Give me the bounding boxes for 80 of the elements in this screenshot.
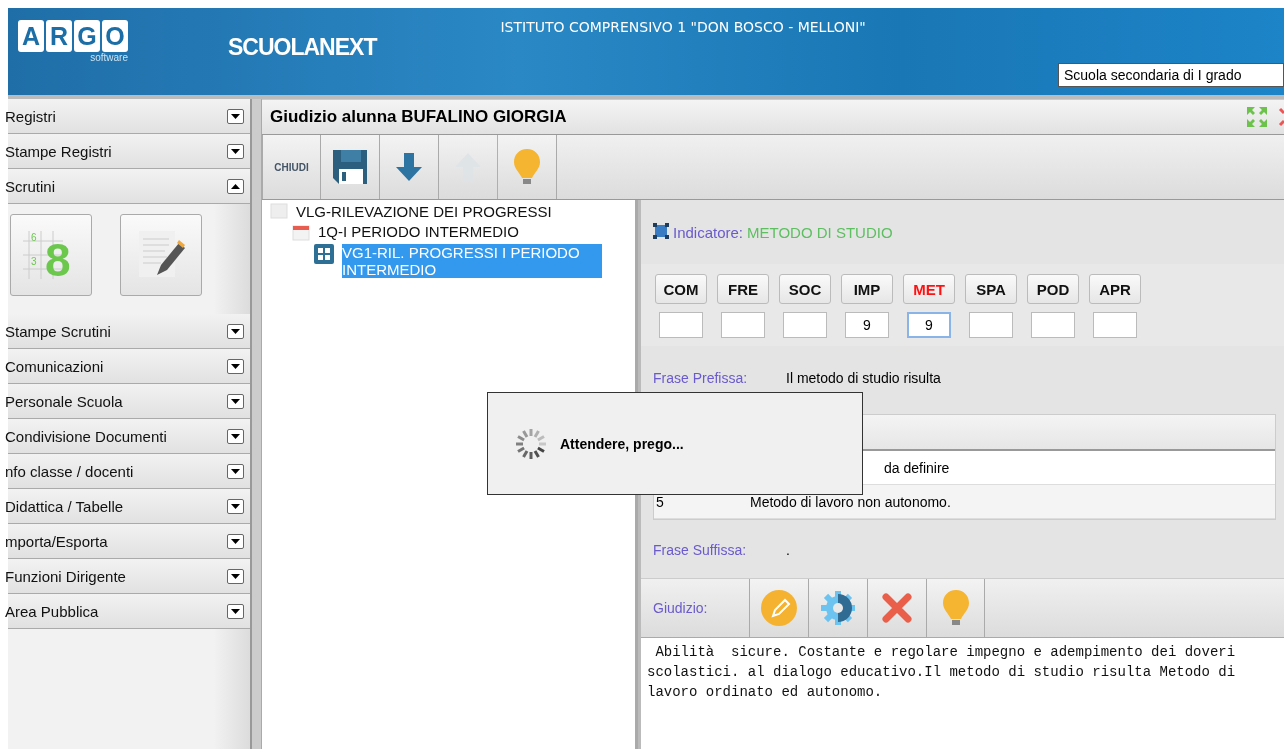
sidebar-label: Area Pubblica [5,602,99,620]
close-icon[interactable] [1278,106,1284,128]
indicator-button[interactable]: IMP [841,274,893,304]
institute-name: ISTITUTO COMPRENSIVO 1 "DON BOSCO - MELLONI" [500,18,867,37]
grade-number: 8 [45,237,71,283]
grid-number: 3 [31,257,37,267]
score-field[interactable] [1093,312,1137,338]
expand-icon[interactable] [227,428,244,444]
expand-icon[interactable] [227,323,244,339]
panel-title: Giudizio alunna BUFALINO GIORGIA [270,107,568,127]
collapse-icon[interactable] [227,178,244,194]
gear-icon [819,589,857,627]
logo-subtitle: software [90,52,128,63]
tree-item[interactable]: 1Q-I PERIODO INTERMEDIO [318,223,519,240]
table-cell-text: da definire [883,459,950,476]
grid-number: 6 [31,233,37,243]
loading-message: Attendere, prego... [560,435,684,452]
indicator-button[interactable]: SPA [965,274,1017,304]
sidebar-label: Scrutini [5,177,56,195]
down-arrow-icon [395,151,423,183]
pencil-icon [760,589,798,627]
expand-icon[interactable] [227,533,244,549]
indicator-label: Indicatore: [673,223,744,241]
sidebar-label: Stampe Scrutini [5,322,111,340]
logo-letter: O [102,20,128,52]
selection-icon [653,222,669,242]
score-field[interactable] [659,312,703,338]
edit-document-button[interactable] [120,214,202,296]
product-name: SCUOLANEXT [228,34,377,61]
prefix-label: Frase Prefissa: [653,370,749,386]
indicator-value: METODO DI STUDIO [747,223,893,241]
expand-icon[interactable] [227,108,244,124]
splitter-handle[interactable] [250,99,262,749]
close-button[interactable]: CHIUDI [262,135,321,199]
sidebar-label: mporta/Esporta [5,532,108,550]
score-field[interactable] [783,312,827,338]
indicator-button[interactable]: APR [1089,274,1141,304]
expand-icon[interactable] [227,358,244,374]
expand-icon[interactable] [227,498,244,514]
prefix-value: Il metodo di studio risulta [786,370,941,386]
grid-icon [314,244,334,264]
giudizio-label: Giudizio: [652,599,709,618]
score-field[interactable]: 9 [845,312,889,338]
giudizio-text-area[interactable]: Abilità sicure. Costante e regolare impegno e adempimento dei doveri scolastici. al dialogo educativo.Il metodo di studio risulta Metodo di lavoro ordinato ed autonomo. [641,638,1284,749]
indicator-button[interactable]: POD [1027,274,1079,304]
sidebar-label: Condivisione Documenti [5,427,167,445]
score-field[interactable] [969,312,1013,338]
sidebar-label: Personale Scuola [5,392,123,410]
logo-letter: G [74,20,100,52]
light-bulb-icon [940,588,971,628]
indicator-button[interactable]: COM [655,274,707,304]
sidebar-label: Funzioni Dirigente [5,567,126,585]
logo-letter: A [18,20,44,52]
indicator-button[interactable]: SOC [779,274,831,304]
expand-icon[interactable] [227,603,244,619]
table-cell-text: 5 [655,493,665,510]
delete-icon [880,591,914,625]
score-field[interactable] [1031,312,1075,338]
tree-item[interactable]: VLG-RILEVAZIONE DEI PROGRESSI [296,203,552,220]
sidebar-label: Registri [5,107,56,125]
sidebar-label: Comunicazioni [5,357,104,375]
logo-letter: R [46,20,72,52]
expand-icon[interactable] [227,143,244,159]
sidebar-label: Stampe Registri [5,142,112,160]
score-field[interactable] [721,312,765,338]
indicator-button[interactable]: FRE [717,274,769,304]
calendar-icon [292,223,310,241]
expand-icon[interactable] [227,568,244,584]
suffix-value: . [786,542,790,558]
spinner-icon [514,426,548,461]
expand-icon[interactable] [227,393,244,409]
score-field[interactable]: 9 [907,312,951,338]
sidebar-label: Didattica / Tabelle [5,497,124,515]
folder-icon [270,203,288,219]
light-bulb-icon [512,147,542,187]
sidebar-label: nfo classe / docenti [5,462,134,480]
suffix-label: Frase Suffissa: [653,542,748,558]
school-select[interactable]: Scuola secondaria di I grado [1058,63,1284,87]
table-cell-text: Metodo di lavoro non autonomo. [749,493,951,510]
expand-icon[interactable] [227,463,244,479]
